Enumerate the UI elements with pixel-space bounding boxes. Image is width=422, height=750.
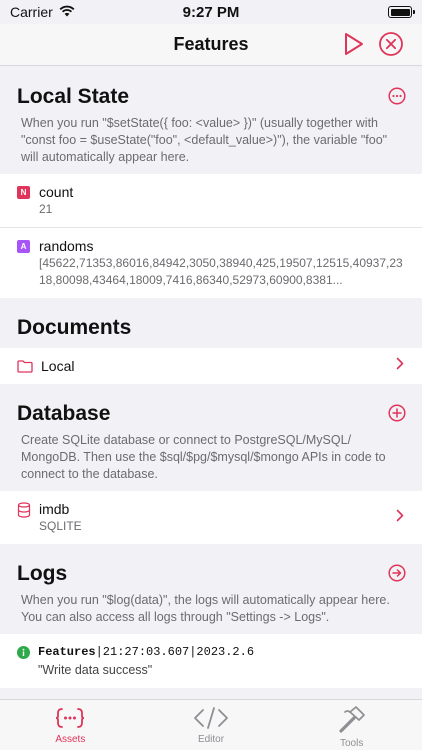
database-description: Create SQLite database or connect to Pos… [21, 433, 386, 481]
state-item-count[interactable]: N count 21 [0, 174, 422, 227]
close-circle-icon [379, 32, 403, 56]
status-bar: Carrier 9:27 PM [0, 0, 422, 24]
logs-list: Features|21:27:03.607|2023.2.6 "Write da… [0, 634, 422, 688]
tab-label: Assets [55, 734, 86, 745]
add-database-button[interactable] [388, 404, 406, 427]
tab-label: Editor [197, 734, 225, 745]
tab-tools[interactable]: Tools [281, 700, 422, 750]
database-item-body: imdb SQLITE [39, 500, 405, 535]
database-title: Database [17, 402, 111, 425]
database-type: SQLITE [39, 519, 82, 533]
log-entry[interactable]: Features|21:27:03.607|2023.2.6 "Write da… [0, 634, 422, 688]
database-icon [17, 502, 31, 518]
content-scroll[interactable]: Local State When you run "$setState({ fo… [0, 67, 422, 699]
tab-editor[interactable]: Editor [141, 700, 282, 750]
hammer-icon [339, 706, 365, 733]
wifi-icon [59, 4, 75, 20]
info-icon [17, 646, 30, 659]
folder-icon [17, 359, 33, 373]
state-item-body: count 21 [39, 183, 405, 218]
local-state-list: N count 21 A randoms [45622,71353,86016,… [0, 174, 422, 298]
logs-header: Logs When you run "$log(data)", the logs… [0, 544, 422, 634]
play-button[interactable] [342, 31, 366, 57]
code-icon [194, 707, 228, 729]
array-badge-icon: A [17, 240, 30, 253]
log-header: Features|21:27:03.607|2023.2.6 [38, 643, 405, 661]
local-state-header: Local State When you run "$setState({ fo… [0, 67, 422, 174]
documents-header: Documents [0, 298, 422, 348]
document-item-local[interactable]: Local [0, 348, 422, 384]
navigation-bar: Features [0, 24, 422, 66]
database-list: imdb SQLITE [0, 491, 422, 544]
state-name: randoms [39, 238, 94, 254]
documents-title: Documents [17, 316, 132, 339]
state-value: [45622,71353,86016,84942,3050,38940,425,… [39, 256, 403, 287]
database-name: imdb [39, 501, 70, 517]
carrier-label: Carrier [10, 4, 53, 20]
nav-actions [342, 31, 404, 57]
chevron-right-icon [396, 357, 404, 375]
documents-list: Local [0, 348, 422, 384]
document-name: Local [41, 358, 75, 374]
state-item-body: randoms [45622,71353,86016,84942,3050,38… [39, 237, 405, 289]
log-meta: |21:27:03.607|2023.2.6 [95, 645, 255, 659]
arrow-right-circle-icon [388, 564, 406, 582]
database-item-imdb[interactable]: imdb SQLITE [0, 491, 422, 544]
log-source: Features [38, 645, 96, 659]
chevron-right-icon [396, 509, 404, 527]
log-entry-body: Features|21:27:03.607|2023.2.6 "Write da… [38, 643, 405, 679]
close-button[interactable] [378, 31, 404, 57]
logs-description: When you run "$log(data)", the logs will… [21, 593, 390, 624]
log-message: "Write data success" [38, 663, 153, 677]
tab-label: Tools [340, 738, 364, 749]
local-state-more-button[interactable] [388, 87, 406, 110]
local-state-title: Local State [17, 85, 130, 108]
number-badge-icon: N [17, 186, 30, 199]
battery-icon [388, 6, 415, 18]
state-value: 21 [39, 202, 53, 216]
status-left: Carrier [10, 4, 75, 20]
plus-circle-icon [388, 404, 406, 422]
state-name: count [39, 184, 74, 200]
tab-bar: Assets Editor Tools [0, 699, 422, 750]
braces-icon [56, 708, 85, 728]
more-icon [388, 87, 406, 105]
database-header: Database Create SQLite database or conne… [0, 384, 422, 491]
local-state-description: When you run "$setState({ foo: <value> }… [21, 116, 388, 164]
open-logs-button[interactable] [388, 564, 406, 587]
page-title: Features [173, 34, 249, 54]
tab-assets[interactable]: Assets [0, 700, 141, 750]
logs-title: Logs [17, 562, 68, 585]
play-icon [345, 33, 363, 55]
state-item-randoms[interactable]: A randoms [45622,71353,86016,84942,3050,… [0, 227, 422, 298]
